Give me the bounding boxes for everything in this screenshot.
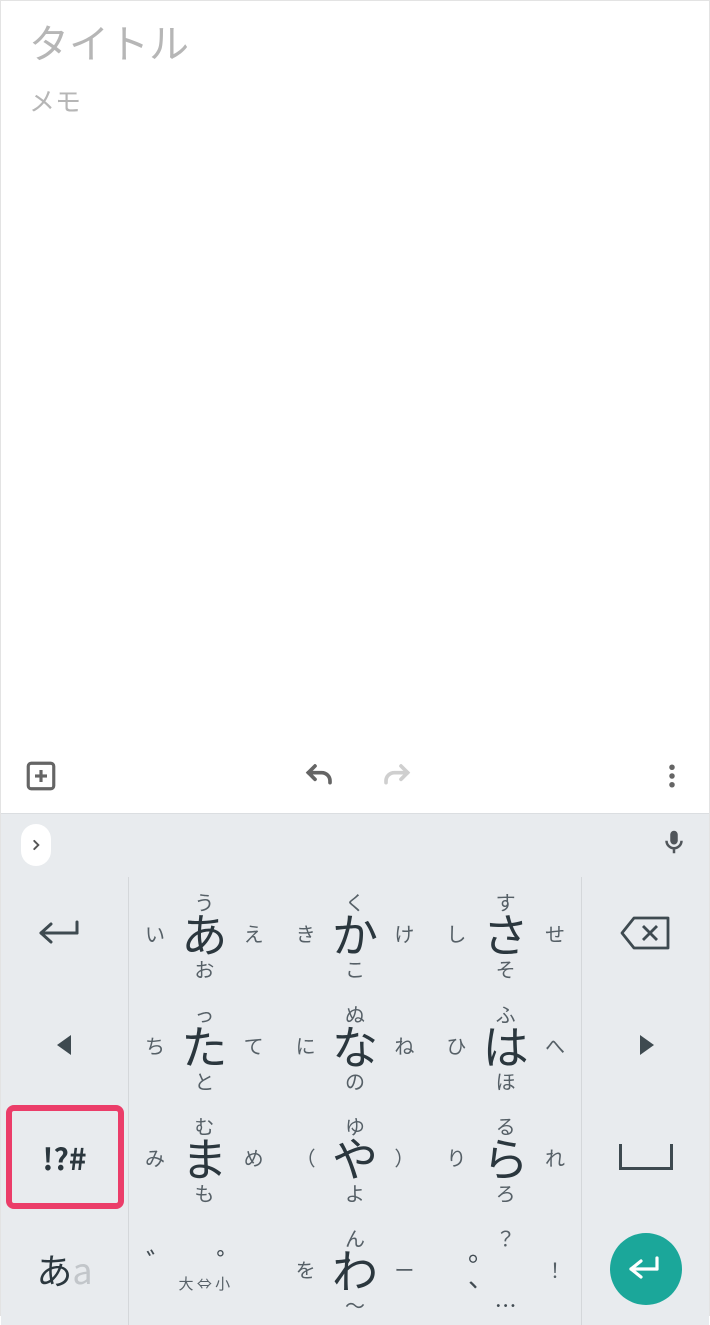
- mode-alpha-label: a: [72, 1243, 92, 1295]
- kana-key-wa[interactable]: ん を わ ー 〜: [280, 1213, 431, 1325]
- cursor-left-key[interactable]: [1, 989, 129, 1101]
- more-vert-icon[interactable]: [657, 758, 687, 794]
- cursor-back-key[interactable]: [1, 877, 129, 989]
- punct-sub: …: [495, 1294, 517, 1316]
- enter-button-circle: [610, 1233, 682, 1305]
- kana-key-ka[interactable]: く き か け こ: [280, 877, 431, 989]
- dakuten-marks: ゛ ゜: [146, 1248, 262, 1276]
- undo-icon[interactable]: [300, 756, 340, 796]
- add-box-icon[interactable]: [23, 758, 59, 794]
- note-editor: [1, 1, 709, 739]
- flick-down: お: [194, 954, 214, 983]
- body-input[interactable]: [29, 82, 681, 712]
- keyboard-row-2: っ ち た て と ぬ に な ね の ふ ひ は へ ほ: [1, 989, 709, 1101]
- size-toggle-label: 大 ⇔ 小: [178, 1276, 230, 1291]
- punctuation-key[interactable]: ？ ！ 。 、 …: [430, 1213, 581, 1325]
- kana-key-a[interactable]: う い あ え お: [129, 877, 280, 989]
- cursor-right-key[interactable]: [581, 989, 709, 1101]
- dakuten-key[interactable]: ゛ ゜ 大 ⇔ 小: [129, 1213, 280, 1325]
- symbols-key-highlight: !?#: [6, 1105, 124, 1209]
- keyboard-row-3: !?# む み ま め も ゆ （ や ） よ る り ら れ ろ: [1, 1101, 709, 1213]
- space-key[interactable]: [581, 1101, 709, 1213]
- keyboard-row-1: う い あ え お く き か け こ す し さ せ そ: [1, 877, 709, 989]
- mic-icon[interactable]: [659, 825, 689, 864]
- flick-left: い: [145, 919, 165, 948]
- mode-kana-label: あ: [36, 1243, 72, 1295]
- keyboard-row-4: あa ゛ ゜ 大 ⇔ 小 ん を わ ー 〜 ？ ！ 。 、 …: [1, 1213, 709, 1325]
- keyboard-suggestion-bar: [1, 813, 709, 875]
- kana-key-ta[interactable]: っ ち た て と: [129, 989, 280, 1101]
- redo-icon[interactable]: [376, 756, 416, 796]
- kana-key-ya[interactable]: ゆ （ や ） よ: [280, 1101, 431, 1213]
- title-input[interactable]: [29, 23, 681, 68]
- symbols-key[interactable]: !?#: [1, 1101, 129, 1213]
- kana-key-na[interactable]: ぬ に な ね の: [280, 989, 431, 1101]
- punct-main: 。 、: [468, 1238, 543, 1290]
- kana-key-ma[interactable]: む み ま め も: [129, 1101, 280, 1213]
- symbols-key-label: !?#: [42, 1135, 86, 1179]
- input-mode-key[interactable]: あa: [1, 1213, 129, 1325]
- bottom-toolbar: [1, 739, 709, 813]
- japanese-keyboard: う い あ え お く き か け こ す し さ せ そ: [1, 875, 709, 1325]
- kana-key-ra[interactable]: る り ら れ ろ: [430, 1101, 581, 1213]
- space-icon: [619, 1144, 673, 1170]
- flick-right: え: [244, 919, 264, 948]
- suggestion-expand-button[interactable]: [21, 824, 51, 866]
- enter-key[interactable]: [581, 1213, 709, 1325]
- kana-key-sa[interactable]: す し さ せ そ: [430, 877, 581, 989]
- kana-key-ha[interactable]: ふ ひ は へ ほ: [430, 989, 581, 1101]
- backspace-key[interactable]: [581, 877, 709, 989]
